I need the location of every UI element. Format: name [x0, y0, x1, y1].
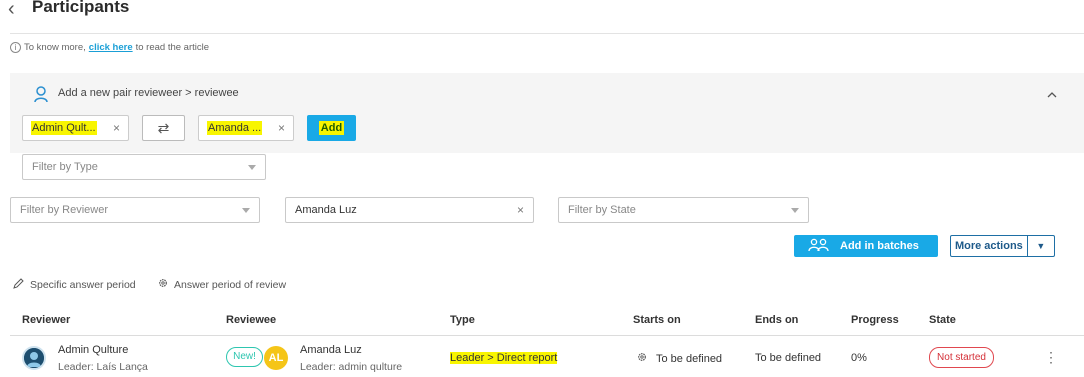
gear-icon [637, 352, 647, 365]
caret-down-icon [242, 207, 250, 213]
swap-button[interactable]: ⇄ [142, 115, 185, 141]
reviewer-chip-value: Admin Qult... [31, 121, 97, 135]
more-actions-button[interactable]: More actions ▼ [950, 235, 1055, 257]
pencil-icon [13, 278, 24, 292]
filter-state-placeholder: Filter by State [568, 204, 636, 216]
group-icon [808, 238, 830, 255]
reviewer-leader: Leader: Laís Lança [58, 361, 148, 373]
specific-answer-period[interactable]: Specific answer period [13, 278, 136, 292]
avatar: AL [264, 346, 288, 370]
answer-period-of-review-label: Answer period of review [174, 278, 287, 291]
col-progress[interactable]: Progress [851, 314, 899, 326]
swap-arrows-icon: ⇄ [157, 120, 170, 136]
chevron-up-icon[interactable] [1047, 89, 1057, 101]
new-badge: New! [226, 347, 263, 367]
info-prefix: To know more, [24, 42, 86, 53]
clear-filter-icon[interactable]: × [517, 203, 524, 217]
caret-down-icon[interactable]: ▼ [1028, 241, 1054, 251]
specific-answer-period-label: Specific answer period [30, 279, 136, 291]
filter-reviewer-placeholder: Filter by Reviewer [20, 204, 109, 216]
col-starts-on[interactable]: Starts on [633, 314, 681, 326]
filter-type-select[interactable]: Filter by Type [22, 154, 266, 180]
avatar [22, 346, 46, 370]
clear-reviewee-icon[interactable]: × [278, 121, 285, 135]
add-in-batches-label: Add in batches [840, 240, 919, 252]
col-ends-on[interactable]: Ends on [755, 314, 798, 326]
filter-reviewee-select[interactable]: Amanda Luz × [285, 197, 534, 223]
filter-type-placeholder: Filter by Type [32, 161, 98, 173]
reviewee-name[interactable]: Amanda Luz [300, 344, 362, 356]
caret-down-icon [248, 164, 256, 170]
col-type[interactable]: Type [450, 314, 475, 326]
clear-reviewer-icon[interactable]: × [113, 121, 120, 135]
answer-period-of-review[interactable]: Answer period of review [158, 278, 286, 291]
add-button[interactable]: Add [307, 115, 356, 141]
info-icon: i [10, 42, 21, 53]
reviewer-chip[interactable]: Admin Qult... × [22, 115, 129, 141]
col-state[interactable]: State [929, 314, 956, 326]
col-reviewer[interactable]: Reviewer [22, 314, 70, 326]
ends-on-value: To be defined [755, 352, 822, 364]
back-chevron-icon[interactable]: ‹ [8, 0, 15, 19]
page-title: Participants [32, 0, 130, 16]
user-icon [34, 86, 48, 106]
info-line: i To know more, click here to read the a… [10, 42, 209, 53]
reviewee-leader: Leader: admin qulture [300, 361, 403, 373]
gear-icon [158, 278, 168, 291]
kebab-menu-icon[interactable]: ⋮ [1044, 350, 1058, 364]
more-actions-label[interactable]: More actions [951, 236, 1028, 256]
caret-down-icon [791, 207, 799, 213]
col-reviewee[interactable]: Reviewee [226, 314, 276, 326]
starts-on-value: To be defined [656, 352, 723, 365]
reviewee-chip-value: Amanda ... [207, 121, 263, 135]
type-value: Leader > Direct report [450, 352, 558, 364]
filter-state-select[interactable]: Filter by State [558, 197, 809, 223]
table-header-divider [10, 335, 1084, 336]
add-pair-title: Add a new pair revieweer > reviewee [58, 87, 239, 99]
article-link[interactable]: click here [89, 42, 133, 53]
info-suffix: to read the article [135, 42, 210, 53]
reviewee-chip[interactable]: Amanda ... × [198, 115, 294, 141]
add-in-batches-button[interactable]: Add in batches [794, 235, 938, 257]
starts-on-cell[interactable]: To be defined [637, 352, 722, 365]
filter-reviewee-value: Amanda Luz [295, 204, 357, 216]
progress-value: 0% [851, 352, 867, 364]
status-badge: Not started [929, 347, 994, 368]
header-divider [10, 33, 1084, 34]
add-button-label: Add [318, 121, 345, 135]
add-pair-panel [10, 73, 1084, 153]
reviewer-name[interactable]: Admin Qulture [58, 344, 128, 356]
filter-reviewer-select[interactable]: Filter by Reviewer [10, 197, 260, 223]
